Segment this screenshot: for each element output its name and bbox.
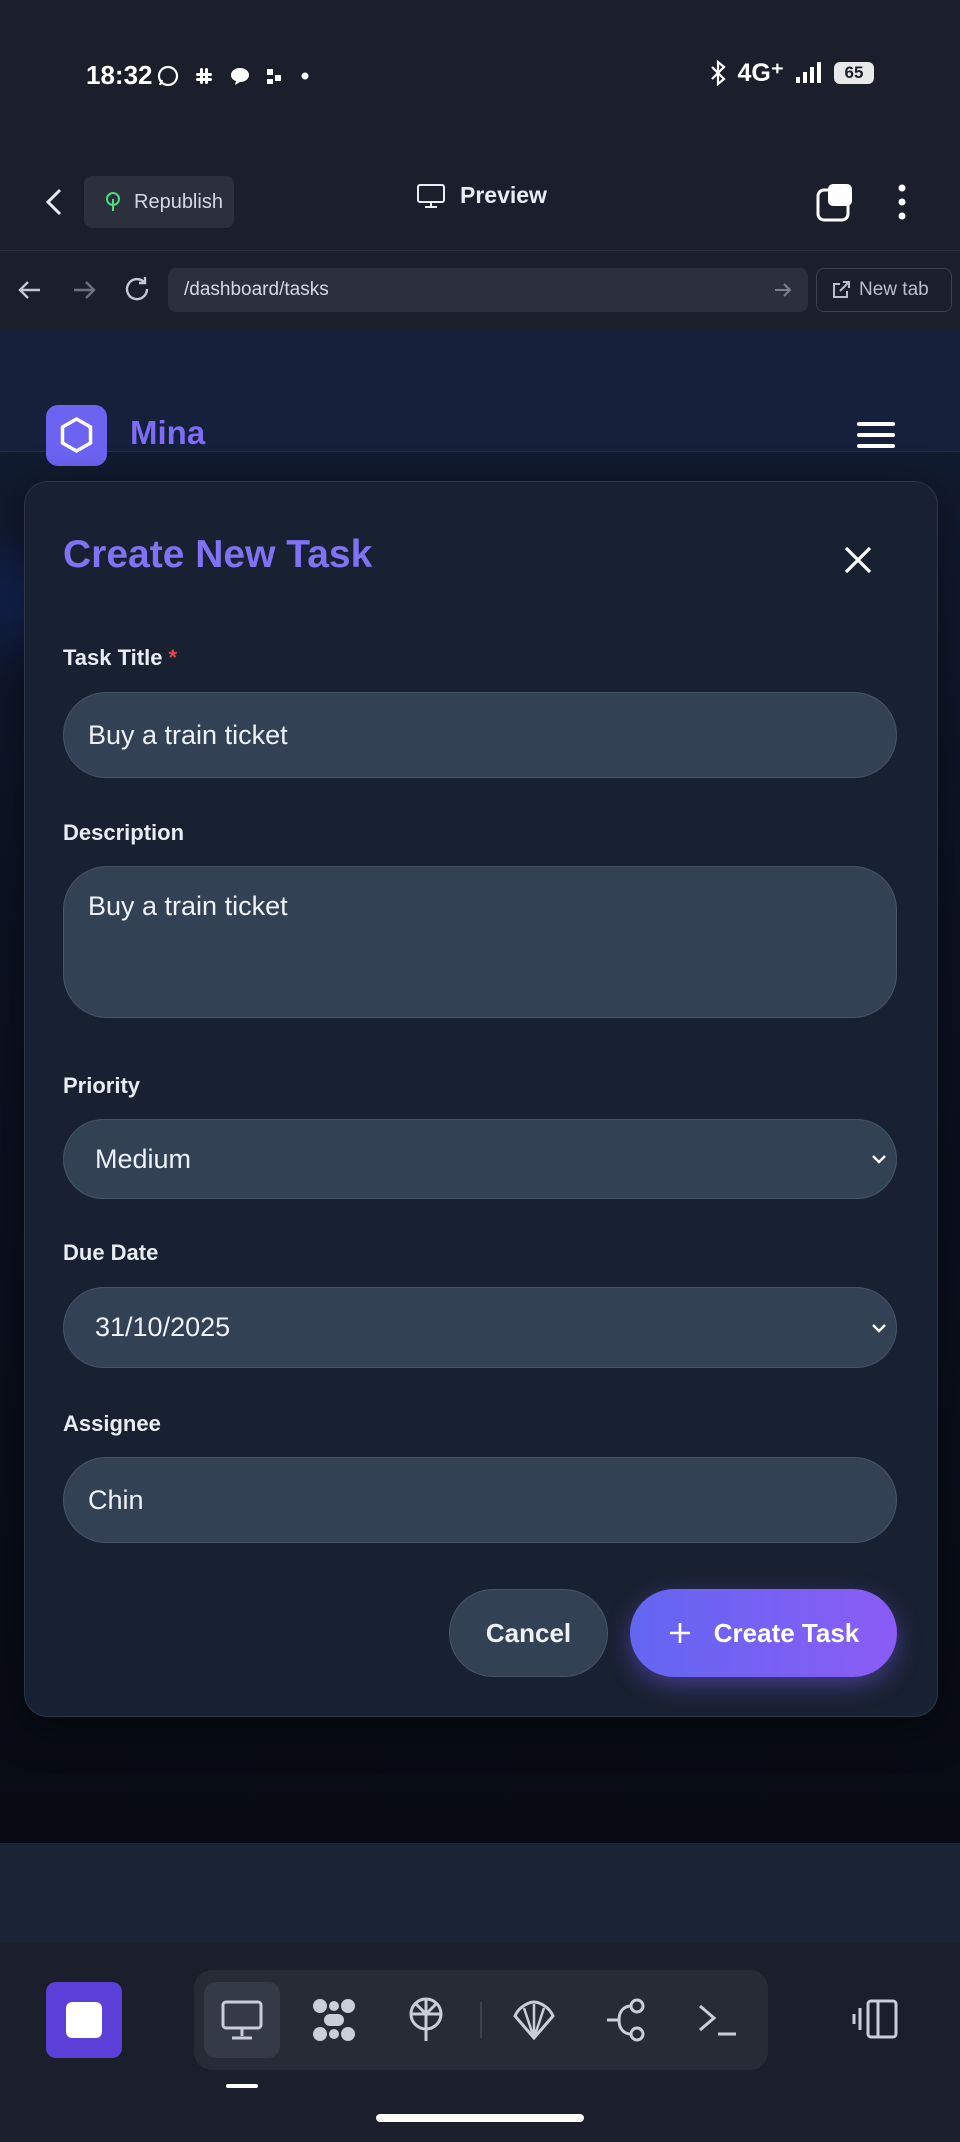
stop-button[interactable]	[46, 1982, 122, 2058]
preview-tab[interactable]: Preview	[416, 182, 547, 209]
republish-label: Republish	[134, 190, 223, 213]
close-icon[interactable]	[838, 540, 878, 580]
dot-icon	[298, 69, 312, 83]
chat-icon	[228, 64, 252, 88]
task-title-input[interactable]: Buy a train ticket	[63, 692, 897, 778]
due-date-select[interactable]: 31/10/2025	[63, 1287, 897, 1368]
browser-back-icon[interactable]	[16, 276, 44, 304]
antenna-icon	[409, 1997, 443, 2041]
web-footer	[0, 1843, 960, 1942]
shell-icon	[513, 2000, 555, 2041]
priority-label: Priority	[63, 1073, 141, 1098]
terminal-icon	[699, 2004, 736, 2036]
assignee-input[interactable]: Chin	[63, 1457, 897, 1543]
chevron-down-icon	[868, 1317, 890, 1339]
whatsapp-icon	[156, 64, 180, 88]
status-indicators: 4G⁺ 65	[700, 58, 960, 88]
slack-icon	[192, 64, 216, 88]
url-field[interactable]: /dashboard/tasks	[168, 268, 808, 312]
due-date-value: 31/10/2025	[95, 1312, 231, 1342]
bluetooth-icon	[709, 60, 727, 86]
menu-icon[interactable]	[857, 420, 895, 450]
priority-select[interactable]: Medium	[63, 1119, 897, 1199]
status-time: 18:32	[86, 60, 153, 90]
preview-label: Preview	[460, 182, 547, 208]
grid-blob-icon	[313, 1999, 355, 2041]
description-label: Description	[63, 820, 185, 845]
new-tab-label: New tab	[859, 279, 929, 300]
notification-icons	[156, 64, 312, 88]
deploy-tool[interactable]	[388, 1982, 464, 2058]
monitor-icon	[416, 183, 446, 209]
external-link-icon	[831, 280, 851, 300]
task-title-label: Task Title *	[63, 645, 177, 671]
republish-button[interactable]: Republish	[84, 176, 234, 228]
create-task-button[interactable]: Create Task	[630, 1589, 897, 1677]
nodes-tool[interactable]	[296, 1982, 372, 2058]
network-type: 4G⁺	[737, 59, 784, 87]
battery-indicator: 65	[834, 62, 874, 84]
priority-value: Medium	[95, 1144, 192, 1174]
cancel-button[interactable]: Cancel	[449, 1589, 608, 1677]
more-options-icon[interactable]	[890, 182, 914, 222]
chevron-down-icon	[868, 1148, 890, 1170]
browser-forward-icon[interactable]	[70, 276, 98, 304]
assignee-label: Assignee	[63, 1411, 161, 1436]
go-arrow-icon[interactable]	[772, 279, 794, 301]
back-icon[interactable]	[42, 186, 66, 218]
site-logo[interactable]	[46, 405, 107, 466]
site-name: Mina	[130, 414, 206, 451]
reload-icon[interactable]	[122, 274, 152, 304]
new-tab-button[interactable]: New tab	[816, 268, 952, 312]
assignee-value: Chin	[88, 1485, 144, 1515]
tool-separator	[480, 2002, 482, 2038]
terminal-tool[interactable]	[680, 1982, 756, 2058]
description-textarea[interactable]: Buy a train ticket	[63, 866, 897, 1018]
panel-toggle-icon[interactable]	[850, 1998, 900, 2040]
antenna-icon	[102, 191, 124, 213]
branch-icon	[607, 1998, 645, 2042]
due-date-label: Due Date	[63, 1240, 159, 1265]
stop-icon	[66, 2002, 102, 2038]
active-tool-indicator	[226, 2084, 258, 2088]
modal-title: Create New Task	[63, 533, 373, 576]
create-task-label: Create Task	[713, 1617, 860, 1648]
preview-tool[interactable]	[204, 1982, 280, 2058]
app-icon	[264, 65, 286, 87]
tool-bar	[194, 1970, 768, 2070]
windows-icon[interactable]	[816, 182, 856, 222]
plus-icon	[668, 1621, 692, 1645]
monitor-icon	[221, 2000, 263, 2040]
task-title-label-text: Task Title	[63, 645, 163, 670]
description-value: Buy a train ticket	[88, 891, 288, 921]
gesture-bar	[376, 2114, 584, 2122]
required-mark: *	[168, 645, 178, 670]
hexagon-icon	[60, 416, 93, 454]
git-tool[interactable]	[588, 1982, 664, 2058]
signal-icon	[794, 61, 824, 85]
task-title-value: Buy a train ticket	[88, 720, 288, 750]
shell-tool[interactable]	[496, 1982, 572, 2058]
